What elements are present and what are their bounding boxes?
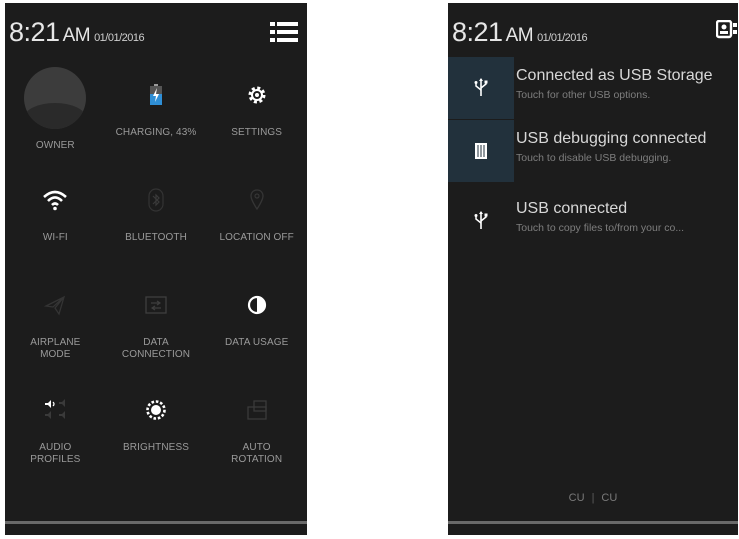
data-connection-icon <box>136 285 176 325</box>
tile-settings[interactable]: SETTINGS <box>206 67 307 172</box>
notification-usb-debugging[interactable]: USB debugging connected Touch to disable… <box>448 120 738 182</box>
quick-settings-grid: OWNER CHARGING, 43% SETTINGS WI-FI BLUET… <box>5 67 307 487</box>
carrier-label: CU | CU <box>448 492 738 504</box>
tile-battery[interactable]: CHARGING, 43% <box>106 67 207 172</box>
tile-data-connection[interactable]: DATA CONNECTION <box>106 277 207 382</box>
battery-charging-icon <box>136 75 176 115</box>
tile-auto-rotation[interactable]: AUTO ROTATION <box>206 382 307 487</box>
tile-brightness[interactable]: BRIGHTNESS <box>106 382 207 487</box>
tile-label: WI-FI <box>42 232 68 243</box>
sim1-carrier: CU <box>568 492 585 504</box>
usb-icon <box>474 211 488 229</box>
tile-label: AIRPLANE MODE <box>30 337 81 360</box>
avatar <box>24 67 87 129</box>
notifications-screen: 8:21 AM 01/01/2016 Connected as USB Storag… <box>448 3 738 535</box>
auto-rotation-icon <box>237 390 277 430</box>
quick-settings-toggle-icon[interactable] <box>716 20 738 42</box>
list-toggle-icon[interactable] <box>270 21 298 43</box>
gear-icon <box>237 75 277 115</box>
date-text: 01/01/2016 <box>537 32 588 44</box>
tile-label: CHARGING, 43% <box>115 127 197 138</box>
tile-label: DATA CONNECTION <box>121 337 191 360</box>
notification-title: Connected as USB Storage <box>516 67 713 84</box>
clock: 8:21 AM 01/01/2016 <box>452 17 588 48</box>
tile-data-usage[interactable]: DATA USAGE <box>206 277 307 382</box>
wifi-icon <box>35 180 75 220</box>
notification-subtitle: Touch to disable USB debugging. <box>516 152 672 164</box>
location-icon <box>237 180 277 220</box>
notification-subtitle: Touch for other USB options. <box>516 89 651 101</box>
time-text: 8:21 <box>452 17 503 47</box>
tile-airplane-mode[interactable]: AIRPLANE MODE <box>5 277 106 382</box>
panel-drag-handle[interactable] <box>448 521 738 524</box>
notification-title: USB connected <box>516 200 628 217</box>
time-text: 8:21 <box>9 17 60 47</box>
panel-drag-handle[interactable] <box>5 521 307 524</box>
carrier-separator: | <box>591 492 595 504</box>
usb-icon <box>474 78 488 96</box>
notification-usb-storage[interactable]: Connected as USB Storage Touch for other… <box>448 57 738 119</box>
tile-audio-profiles[interactable]: AUDIO PROFILES <box>5 382 106 487</box>
quick-settings-screen: 8:21 AM 01/01/2016 OWNER CHARGING, 43% S… <box>5 3 307 535</box>
tile-label: AUTO ROTATION <box>231 442 283 465</box>
tile-label: SETTINGS <box>231 127 283 138</box>
tile-label: DATA USAGE <box>224 337 289 348</box>
tile-location[interactable]: LOCATION OFF <box>206 172 307 277</box>
tile-bluetooth[interactable]: BLUETOOTH <box>106 172 207 277</box>
notification-subtitle: Touch to copy files to/from your co... <box>516 222 685 234</box>
brightness-icon <box>136 390 176 430</box>
data-usage-icon <box>237 285 277 325</box>
bluetooth-icon <box>136 180 176 220</box>
audio-profiles-icon <box>35 390 75 430</box>
sim2-carrier: CU <box>601 492 618 504</box>
notification-title: USB debugging connected <box>516 130 707 147</box>
notification-icon-box <box>448 57 514 119</box>
ampm-text: AM <box>62 25 91 46</box>
tile-wifi[interactable]: WI-FI <box>5 172 106 277</box>
notification-icon-box <box>448 190 514 252</box>
usb-debugging-icon <box>475 143 487 159</box>
tile-label: BRIGHTNESS <box>122 442 189 453</box>
status-bar: 8:21 AM 01/01/2016 <box>448 3 738 59</box>
tile-label: AUDIO PROFILES <box>30 442 81 465</box>
ampm-text: AM <box>505 25 534 46</box>
tile-label: LOCATION OFF <box>219 232 294 243</box>
date-text: 01/01/2016 <box>94 32 145 44</box>
clock: 8:21 AM 01/01/2016 <box>9 17 145 48</box>
tile-owner[interactable]: OWNER <box>5 67 106 172</box>
airplane-icon <box>35 285 75 325</box>
notification-usb-connected[interactable]: USB connected Touch to copy files to/fro… <box>448 190 738 252</box>
tile-label: OWNER <box>35 140 75 151</box>
tile-label: BLUETOOTH <box>125 232 187 243</box>
notification-icon-box <box>448 120 514 182</box>
status-bar: 8:21 AM 01/01/2016 <box>5 3 307 59</box>
